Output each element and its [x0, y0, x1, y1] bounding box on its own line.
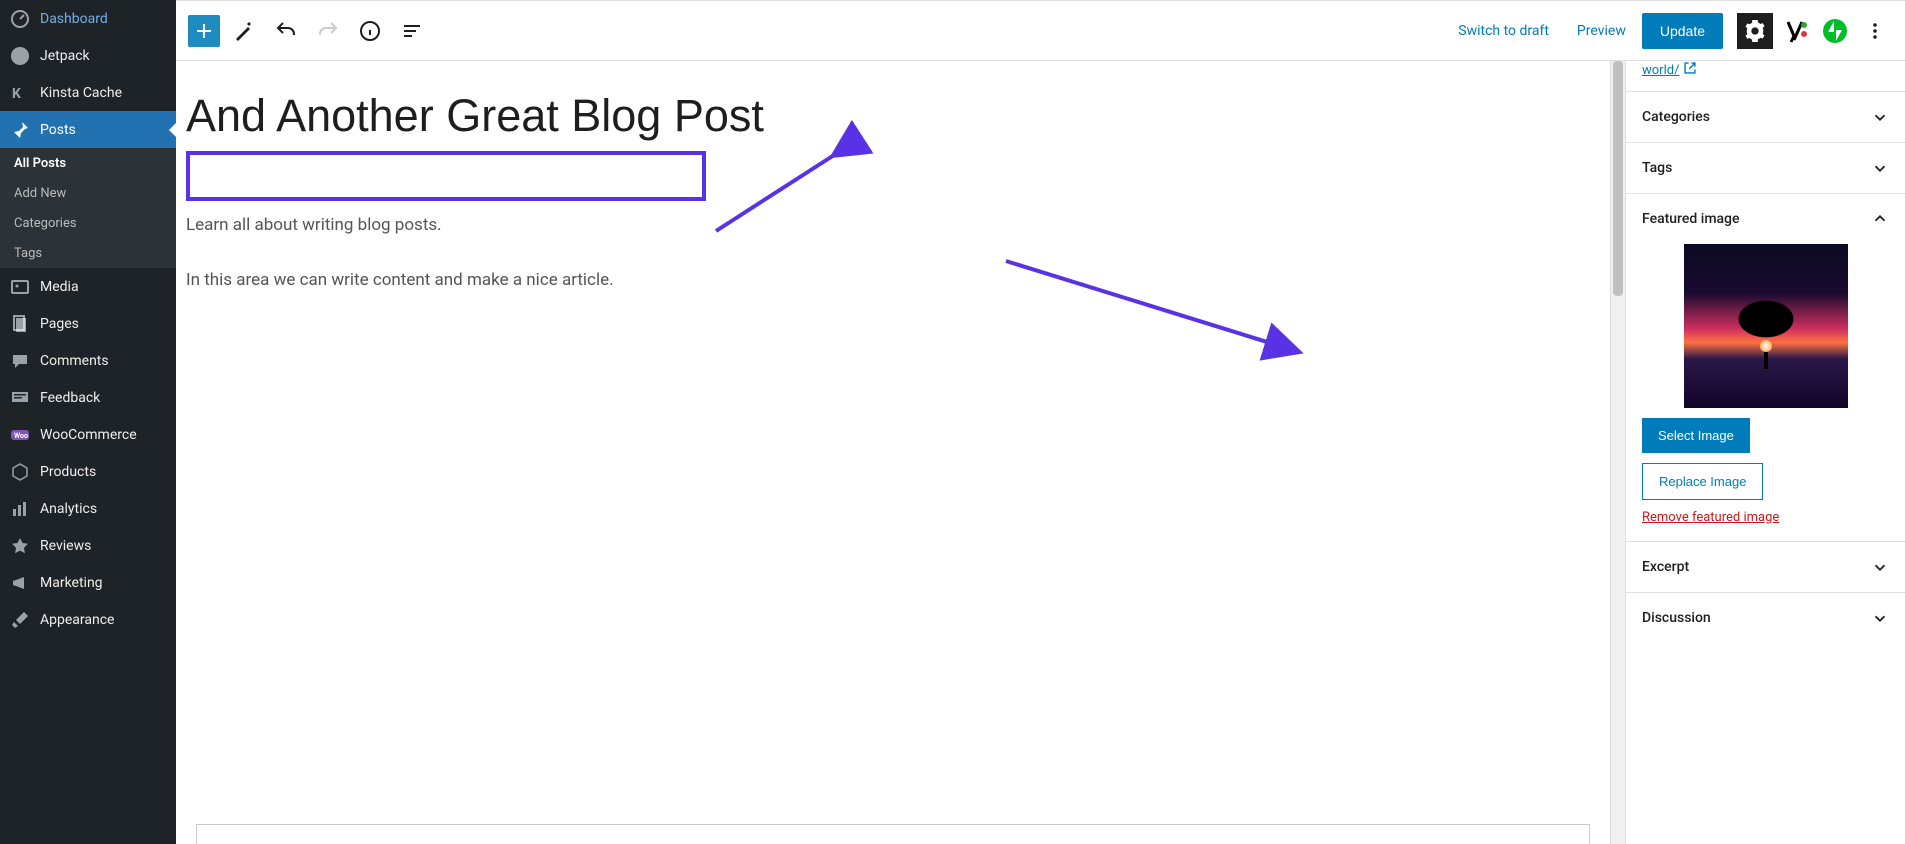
sidebar-item-products[interactable]: Products: [0, 453, 176, 490]
chevron-down-icon: [1871, 108, 1889, 126]
sidebar-item-label: Dashboard: [40, 11, 108, 27]
featured-image-thumbnail[interactable]: [1684, 244, 1848, 408]
editor-canvas[interactable]: And Another Great Blog Post Learn all ab…: [176, 61, 1610, 844]
inspector-panel: world/ Categories Tags: [1625, 61, 1905, 844]
replace-image-button[interactable]: Replace Image: [1642, 463, 1763, 500]
sidebar-item-media[interactable]: Media: [0, 268, 176, 305]
sidebar-item-kinsta[interactable]: K Kinsta Cache: [0, 74, 176, 111]
pages-icon: [10, 314, 30, 334]
sidebar-item-jetpack[interactable]: Jetpack: [0, 37, 176, 74]
sidebar-item-label: Appearance: [40, 612, 114, 628]
pin-icon: [10, 120, 30, 140]
admin-sidebar: Dashboard Jetpack K Kinsta Cache Posts A…: [0, 0, 176, 844]
jetpack-button[interactable]: [1817, 13, 1853, 49]
svg-text:Woo: Woo: [14, 432, 28, 440]
sidebar-subitem-categories[interactable]: Categories: [0, 208, 176, 238]
sidebar-item-label: Jetpack: [40, 48, 90, 64]
woocommerce-icon: Woo: [10, 425, 30, 445]
preview-link[interactable]: Preview: [1565, 17, 1638, 45]
outline-button[interactable]: [394, 13, 430, 49]
brush-icon: [10, 610, 30, 630]
panel-title: Featured image: [1642, 211, 1740, 227]
sidebar-item-marketing[interactable]: Marketing: [0, 564, 176, 601]
meta-box-strip: [196, 824, 1590, 844]
comments-icon: [10, 351, 30, 371]
dashboard-icon: [10, 9, 30, 29]
panel-title: Categories: [1642, 109, 1710, 125]
jetpack-icon: [10, 46, 30, 66]
featured-image-body: Select Image Replace Image Remove featur…: [1626, 244, 1905, 541]
sidebar-item-label: Feedback: [40, 390, 100, 406]
chevron-down-icon: [1871, 558, 1889, 576]
sidebar-item-label: WooCommerce: [40, 427, 137, 443]
permalink-text: world/: [1642, 63, 1679, 78]
megaphone-icon: [10, 573, 30, 593]
sidebar-item-label: Analytics: [40, 501, 97, 517]
update-button[interactable]: Update: [1642, 13, 1723, 49]
sidebar-item-label: Comments: [40, 353, 109, 369]
editor-main: Switch to draft Preview Update And Anoth…: [176, 0, 1905, 844]
chevron-up-icon: [1871, 210, 1889, 228]
select-image-button[interactable]: Select Image: [1642, 418, 1750, 453]
switch-to-draft-link[interactable]: Switch to draft: [1446, 17, 1561, 45]
sidebar-item-posts[interactable]: Posts: [0, 111, 176, 148]
panel-discussion[interactable]: Discussion: [1626, 593, 1905, 643]
sidebar-submenu-posts: All Posts Add New Categories Tags: [0, 148, 176, 268]
panel-title: Excerpt: [1642, 559, 1689, 575]
post-title[interactable]: And Another Great Blog Post: [186, 71, 1226, 147]
sidebar-subitem-add-new[interactable]: Add New: [0, 178, 176, 208]
post-paragraph[interactable]: Learn all about writing blog posts.: [186, 207, 1226, 245]
yoast-button[interactable]: [1777, 13, 1813, 49]
panel-categories[interactable]: Categories: [1626, 92, 1905, 142]
sidebar-item-woocommerce[interactable]: Woo WooCommerce: [0, 416, 176, 453]
panel-featured-image[interactable]: Featured image: [1626, 194, 1905, 244]
sidebar-item-comments[interactable]: Comments: [0, 342, 176, 379]
sidebar-item-analytics[interactable]: Analytics: [0, 490, 176, 527]
more-options-button[interactable]: [1857, 13, 1893, 49]
feedback-icon: [10, 388, 30, 408]
post-paragraph[interactable]: In this area we can write content and ma…: [186, 262, 1226, 300]
redo-button[interactable]: [310, 13, 346, 49]
editor-topbar: Switch to draft Preview Update: [176, 1, 1905, 61]
panel-excerpt[interactable]: Excerpt: [1626, 542, 1905, 592]
chevron-down-icon: [1871, 159, 1889, 177]
sidebar-item-label: Posts: [40, 122, 76, 138]
sidebar-item-label: Products: [40, 464, 96, 480]
annotation-highlight-box: [186, 151, 706, 201]
media-icon: [10, 277, 30, 297]
sidebar-item-label: Reviews: [40, 538, 91, 554]
svg-text:K: K: [12, 86, 21, 102]
sidebar-item-dashboard[interactable]: Dashboard: [0, 0, 176, 37]
undo-button[interactable]: [268, 13, 304, 49]
chevron-down-icon: [1871, 609, 1889, 627]
settings-button[interactable]: [1737, 13, 1773, 49]
star-icon: [10, 536, 30, 556]
add-block-button[interactable]: [188, 15, 220, 47]
panel-title: Tags: [1642, 160, 1672, 176]
sidebar-item-label: Marketing: [40, 575, 103, 591]
sidebar-item-label: Media: [40, 279, 79, 295]
analytics-icon: [10, 499, 30, 519]
sidebar-item-pages[interactable]: Pages: [0, 305, 176, 342]
products-icon: [10, 462, 30, 482]
panel-tags[interactable]: Tags: [1626, 143, 1905, 193]
sidebar-item-feedback[interactable]: Feedback: [0, 379, 176, 416]
sidebar-item-reviews[interactable]: Reviews: [0, 527, 176, 564]
sidebar-item-appearance[interactable]: Appearance: [0, 601, 176, 638]
canvas-scrollbar[interactable]: [1610, 61, 1625, 844]
sidebar-subitem-all-posts[interactable]: All Posts: [0, 148, 176, 178]
sidebar-item-label: Kinsta Cache: [40, 85, 122, 101]
external-link-icon: [1683, 61, 1697, 79]
remove-featured-image-link[interactable]: Remove featured image: [1642, 510, 1779, 525]
info-button[interactable]: [352, 13, 388, 49]
tools-button[interactable]: [226, 13, 262, 49]
sidebar-item-label: Pages: [40, 316, 79, 332]
permalink-row[interactable]: world/: [1626, 61, 1905, 91]
sidebar-subitem-tags[interactable]: Tags: [0, 238, 176, 268]
panel-title: Discussion: [1642, 610, 1711, 626]
kinsta-icon: K: [10, 83, 30, 103]
